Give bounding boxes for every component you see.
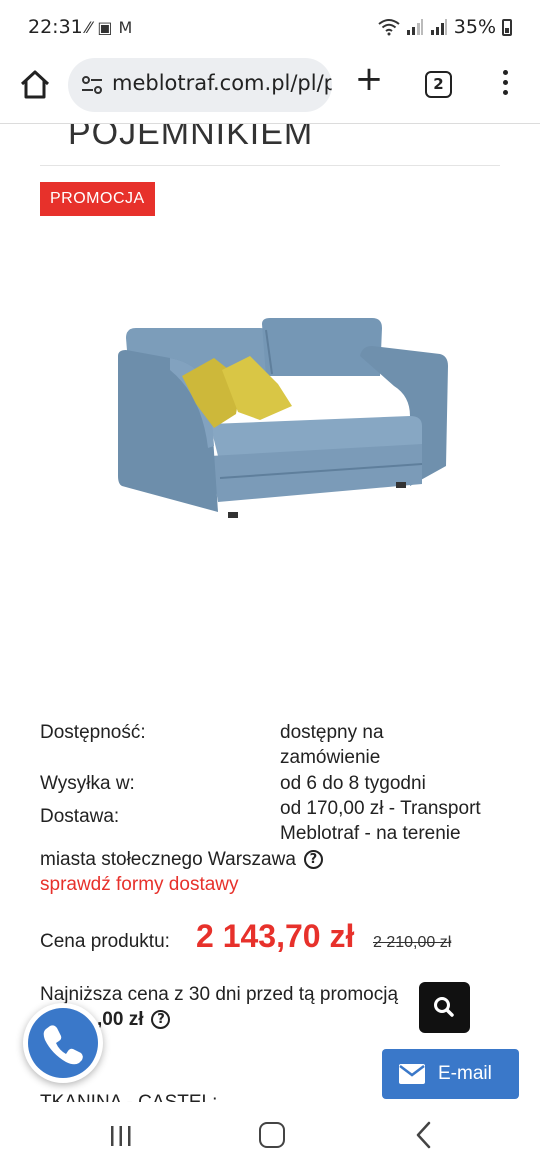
sofa-image[interactable] <box>110 316 455 536</box>
shipping-value: od 6 do 8 tygodni <box>280 773 426 794</box>
browser-toolbar: meblotraf.com.pl/pl/p + 2 <box>0 56 540 124</box>
status-bar: 22:31 ⁄⁄ ▣ M 35% <box>0 0 540 56</box>
more-vert-icon[interactable] <box>496 70 514 100</box>
signal-icon <box>430 19 447 35</box>
promo-badge: PROMOCJA <box>40 182 155 216</box>
wifi-icon <box>378 19 400 36</box>
status-time: 22:31 <box>28 16 83 38</box>
call-button-inner[interactable] <box>28 1008 98 1078</box>
delivery-value-line3-row: miasta stołecznego Warszawa? <box>40 847 323 872</box>
back-icon[interactable] <box>412 1120 436 1150</box>
home-circle-icon[interactable] <box>259 1122 285 1148</box>
availability-label: Dostępność: <box>40 722 146 743</box>
availability-value-line1: dostępny na <box>280 722 384 743</box>
current-price: 2 143,70 zł <box>196 918 355 954</box>
status-system-icons: 35% <box>378 16 512 38</box>
battery-icon <box>502 18 512 36</box>
help-icon[interactable]: ? <box>151 1010 171 1030</box>
call-button[interactable] <box>23 1003 103 1083</box>
home-icon[interactable] <box>18 68 52 102</box>
availability-value-line2: zamówienie <box>280 747 381 768</box>
email-button-label[interactable]: E-mail <box>438 1063 492 1085</box>
web-page: POJEMNIKIEM PROMOCJA Dostępność: dostępn… <box>0 124 540 1102</box>
old-price: 2 210,00 zł <box>373 934 452 951</box>
email-button[interactable]: E-mail <box>382 1049 519 1099</box>
delivery-options-link[interactable]: sprawdź formy dostawy <box>40 872 239 897</box>
recent-apps-icon[interactable] <box>108 1124 134 1148</box>
envelope-icon <box>399 1064 425 1084</box>
delivery-value-line1: od 170,00 zł - Transport <box>280 798 481 819</box>
plus-icon[interactable]: + <box>352 62 386 98</box>
fabric-label: TKANINA - CASTEL: <box>40 1092 217 1102</box>
bluetooth-activity-icon: ⁄⁄ <box>86 18 92 37</box>
gmail-icon: M <box>118 18 133 37</box>
system-nav-bar <box>0 1102 540 1170</box>
lowest-price-label: Najniższa cena z 30 dni przed tą promocj… <box>40 984 399 1005</box>
delivery-value-line2: Meblotraf - na terenie <box>280 823 461 844</box>
delivery-label: Dostawa: <box>40 806 120 827</box>
product-title: POJEMNIKIEM <box>68 124 314 152</box>
signal-icon <box>406 19 423 35</box>
status-notification-icons: ⁄⁄ ▣ M <box>86 18 132 37</box>
search-button[interactable] <box>419 982 470 1033</box>
price-label: Cena produktu: <box>40 931 170 952</box>
address-bar[interactable]: meblotraf.com.pl/pl/p <box>68 58 332 112</box>
title-divider <box>40 165 500 166</box>
search-icon <box>434 997 454 1017</box>
phone-icon <box>43 1025 83 1065</box>
tab-switcher-button[interactable]: 2 <box>425 71 452 98</box>
shipping-label: Wysyłka w: <box>40 773 135 794</box>
battery-percent: 35% <box>453 16 496 38</box>
delivery-value-line3: miasta stołecznego Warszawa <box>40 849 296 870</box>
tune-icon[interactable] <box>80 73 104 97</box>
lowest-price-value: ,00 zł <box>97 1009 144 1030</box>
gallery-icon: ▣ <box>97 18 113 37</box>
url-text[interactable]: meblotraf.com.pl/pl/p <box>112 71 332 95</box>
help-icon[interactable]: ? <box>303 850 323 870</box>
